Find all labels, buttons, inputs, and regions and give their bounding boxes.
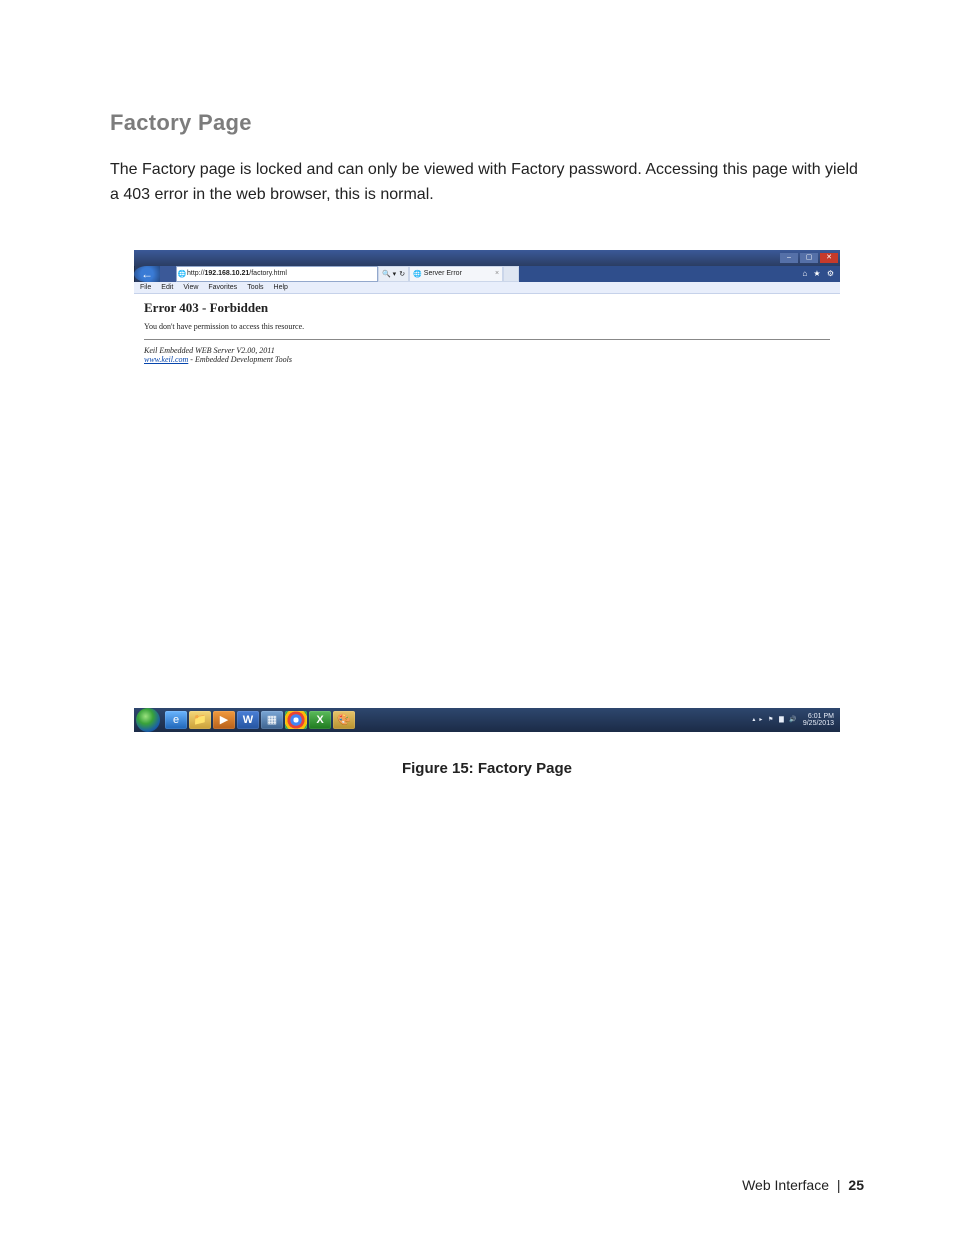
footer-page-number: 25: [848, 1177, 864, 1193]
menu-edit[interactable]: Edit: [161, 284, 173, 291]
window-maximize-button[interactable]: ▢: [800, 253, 818, 263]
taskbar: e 📁 ▶ W ▦ X 🎨 ▴ ▸ ⚑ ▇ 🔊 6:01 PM 9/25/201…: [134, 708, 840, 732]
taskbar-calculator-icon[interactable]: ▦: [261, 711, 283, 729]
nav-back-button[interactable]: ←: [134, 266, 160, 282]
url-scheme: http://: [187, 270, 205, 277]
tab-title: Server Error: [424, 270, 462, 277]
window-titlebar: – ▢ ✕: [134, 250, 840, 266]
menu-tools[interactable]: Tools: [247, 284, 263, 291]
window-minimize-button[interactable]: –: [780, 253, 798, 263]
page-footer: Web Interface | 25: [742, 1177, 864, 1193]
server-signature: Keil Embedded WEB Server V2.00, 2011: [144, 346, 830, 355]
url-host: 192.168.10.21: [205, 270, 250, 277]
taskbar-ie-icon[interactable]: e: [165, 711, 187, 729]
browser-tools[interactable]: ⌂ ★ ⚙: [798, 266, 840, 282]
url-path: /factory.html: [249, 270, 287, 277]
screenshot-figure: – ▢ ✕ ← 🌐 http://192.168.10.21/factory.h…: [134, 250, 840, 732]
error-heading: Error 403 - Forbidden: [144, 300, 830, 316]
refresh-icon[interactable]: ↻: [399, 270, 405, 278]
clock-date: 9/25/2013: [803, 720, 834, 727]
address-bar[interactable]: 🌐 http://192.168.10.21/factory.html: [176, 266, 378, 282]
browser-tab[interactable]: 🌐 Server Error ×: [409, 266, 503, 282]
taskbar-excel-icon[interactable]: X: [309, 711, 331, 729]
server-link-tail: - Embedded Development Tools: [188, 355, 292, 364]
clock-time: 6:01 PM: [808, 713, 834, 720]
section-heading: Factory Page: [110, 110, 864, 136]
menu-favorites[interactable]: Favorites: [208, 284, 237, 291]
nav-forward-button[interactable]: [160, 266, 176, 282]
new-tab-button[interactable]: [503, 266, 519, 282]
error-message: You don't have permission to access this…: [144, 322, 830, 331]
menu-file[interactable]: File: [140, 284, 151, 291]
taskbar-mediaplayer-icon[interactable]: ▶: [213, 711, 235, 729]
window-close-button[interactable]: ✕: [820, 253, 838, 263]
globe-icon: 🌐: [177, 270, 187, 278]
browser-menubar: File Edit View Favorites Tools Help: [134, 282, 840, 294]
start-button[interactable]: [136, 708, 160, 732]
search-icon[interactable]: 🔍 ▾: [382, 270, 396, 278]
system-tray[interactable]: ▴ ▸ ⚑ ▇ 🔊 6:01 PM 9/25/2013: [748, 713, 838, 727]
menu-help[interactable]: Help: [274, 284, 288, 291]
figure-caption: Figure 15: Factory Page: [110, 760, 864, 777]
content-divider: [144, 339, 830, 340]
page-content: Error 403 - Forbidden You don't have per…: [134, 294, 840, 708]
footer-separator: |: [837, 1177, 841, 1193]
address-bar-buttons[interactable]: 🔍 ▾ ↻: [378, 266, 409, 282]
server-link-line: www.keil.com - Embedded Development Tool…: [144, 355, 830, 364]
taskbar-paint-icon[interactable]: 🎨: [333, 711, 355, 729]
taskbar-explorer-icon[interactable]: 📁: [189, 711, 211, 729]
tab-favicon: 🌐: [413, 270, 422, 278]
browser-navbar: ← 🌐 http://192.168.10.21/factory.html 🔍 …: [134, 266, 840, 282]
tray-expand-icon[interactable]: ▴: [752, 716, 755, 723]
body-paragraph: The Factory page is locked and can only …: [110, 158, 864, 208]
taskbar-chrome-icon[interactable]: [285, 711, 307, 729]
server-link[interactable]: www.keil.com: [144, 355, 188, 364]
footer-section: Web Interface: [742, 1177, 829, 1193]
tray-icons[interactable]: ▸ ⚑ ▇ 🔊: [759, 716, 798, 723]
taskbar-word-icon[interactable]: W: [237, 711, 259, 729]
taskbar-clock[interactable]: 6:01 PM 9/25/2013: [803, 713, 834, 727]
tab-close-button[interactable]: ×: [495, 270, 499, 277]
menu-view[interactable]: View: [183, 284, 198, 291]
